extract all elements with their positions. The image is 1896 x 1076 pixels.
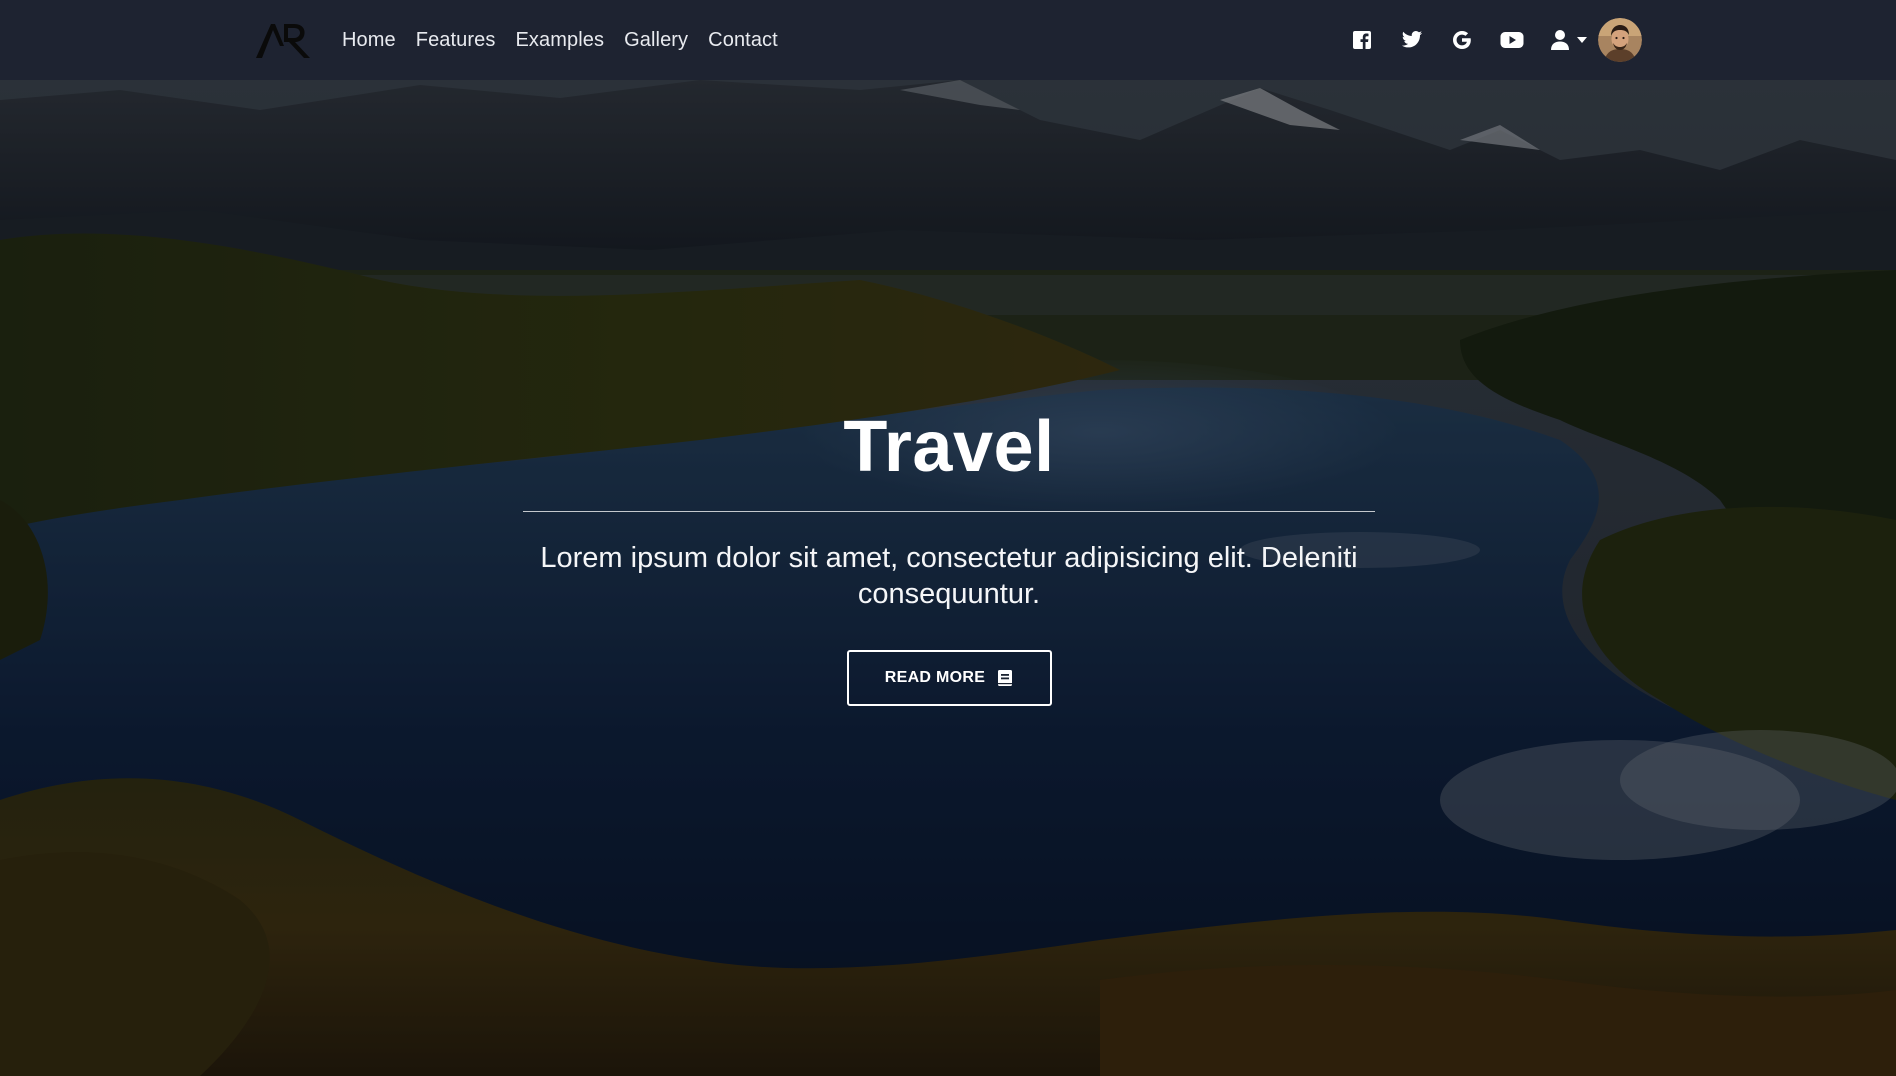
nav-link-home[interactable]: Home [342, 29, 396, 52]
nav-link-examples[interactable]: Examples [515, 29, 604, 52]
hero-section: Travel Lorem ipsum dolor sit amet, conse… [0, 80, 1896, 1076]
youtube-icon[interactable] [1500, 28, 1524, 52]
book-icon [998, 670, 1013, 687]
nav-link-contact[interactable]: Contact [708, 29, 778, 52]
hero-text: Lorem ipsum dolor sit amet, consectetur … [540, 541, 1358, 611]
hero-content: Travel Lorem ipsum dolor sit amet, conse… [523, 406, 1375, 707]
nav-links: Home Features Examples Gallery Contact [342, 29, 778, 52]
nav-right [1350, 18, 1642, 62]
read-more-label: READ MORE [884, 669, 986, 687]
facebook-icon[interactable] [1350, 28, 1374, 52]
user-menu[interactable] [1550, 18, 1642, 62]
twitter-icon[interactable] [1400, 28, 1424, 52]
page: Home Features Examples Gallery Contact T… [0, 0, 1896, 1076]
caret-down-icon [1577, 37, 1587, 43]
read-more-button[interactable]: READ MORE [846, 650, 1052, 707]
hero-title: Travel [843, 407, 1055, 487]
nav-link-features[interactable]: Features [416, 29, 496, 52]
google-icon[interactable] [1450, 28, 1474, 52]
avatar[interactable] [1598, 18, 1642, 62]
navbar-inner: Home Features Examples Gallery Contact [254, 0, 1642, 80]
brand-logo[interactable] [254, 18, 314, 62]
brand-logo-icon [256, 24, 310, 58]
navbar: Home Features Examples Gallery Contact [0, 0, 1896, 80]
user-icon [1551, 30, 1569, 50]
nav-link-gallery[interactable]: Gallery [624, 29, 688, 52]
hero-divider [523, 510, 1375, 512]
